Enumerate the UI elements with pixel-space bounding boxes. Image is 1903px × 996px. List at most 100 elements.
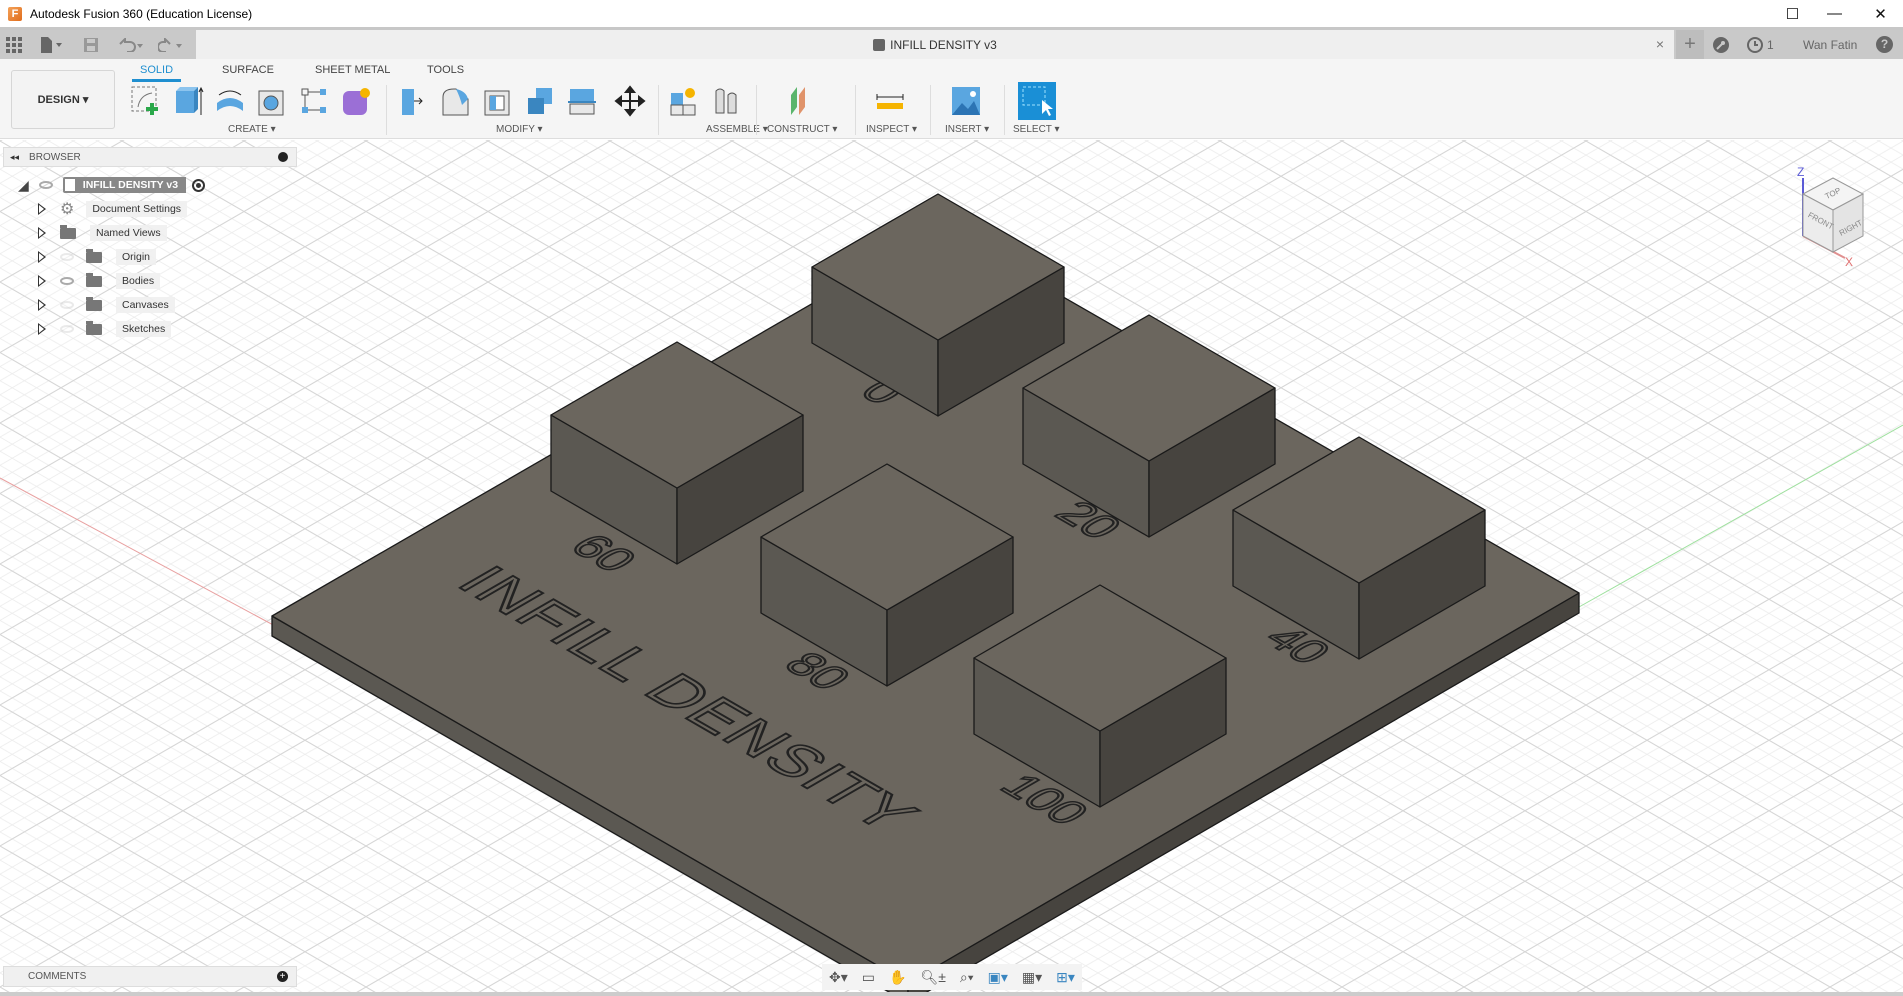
pan-icon[interactable]: ✋ bbox=[889, 969, 906, 986]
tab-tools[interactable]: TOOLS bbox=[427, 64, 464, 76]
insert-menu[interactable]: INSERT ▾ bbox=[945, 124, 989, 135]
3d-viewport[interactable]: INFILL DENSITY 0 20 40 60 80 100 Z X TOP FRONT… bbox=[0, 140, 1903, 996]
insert-image-icon[interactable] bbox=[950, 85, 982, 117]
user-account-menu[interactable]: Wan Fatin bbox=[1803, 30, 1857, 59]
visibility-off-icon[interactable] bbox=[60, 301, 74, 309]
tree-item-origin[interactable]: Origin bbox=[38, 247, 157, 267]
app-grid-button[interactable] bbox=[6, 30, 22, 59]
extensions-button[interactable] bbox=[1712, 30, 1730, 59]
look-at-icon[interactable]: ▭ bbox=[862, 969, 875, 986]
create-sketch-icon[interactable] bbox=[130, 85, 162, 117]
tree-item-label: Origin bbox=[116, 249, 157, 265]
joint-icon[interactable] bbox=[710, 85, 742, 117]
tree-item-sketches[interactable]: Sketches bbox=[38, 319, 172, 339]
zoom-icon[interactable]: 🔍︎± bbox=[920, 969, 945, 986]
folder-icon bbox=[86, 296, 102, 311]
folder-icon bbox=[86, 272, 102, 287]
visibility-eye-icon[interactable] bbox=[60, 277, 74, 285]
create-form-icon[interactable] bbox=[340, 85, 372, 117]
model-canvas[interactable]: INFILL DENSITY020406080100 bbox=[0, 140, 1903, 996]
tab-surface[interactable]: SURFACE bbox=[222, 64, 274, 76]
help-icon: ? bbox=[1876, 36, 1893, 53]
tree-item-document-settings[interactable]: ⚙ Document Settings bbox=[38, 199, 188, 219]
measure-icon[interactable] bbox=[874, 85, 906, 117]
folder-icon bbox=[86, 320, 102, 335]
inspect-menu[interactable]: INSPECT ▾ bbox=[866, 124, 917, 135]
revolve-icon[interactable] bbox=[214, 85, 246, 117]
status-strip bbox=[0, 992, 1903, 996]
tab-solid[interactable]: SOLID bbox=[132, 64, 182, 82]
job-status-button[interactable]: 1 bbox=[1746, 30, 1774, 59]
document-tab[interactable]: INFILL DENSITY v3 × bbox=[196, 30, 1674, 59]
browser-minimize-button[interactable] bbox=[278, 152, 288, 162]
new-tab-button[interactable]: + bbox=[1676, 30, 1704, 59]
tree-root-document[interactable]: ◢ INFILL DENSITY v3 bbox=[18, 175, 206, 195]
select-icon[interactable] bbox=[1018, 82, 1056, 120]
orbit-icon[interactable]: ✥▾ bbox=[829, 969, 848, 986]
collapse-browser-icon[interactable]: ◂◂ bbox=[10, 152, 19, 163]
viewports-icon[interactable]: ⊞▾ bbox=[1056, 969, 1075, 986]
tree-item-bodies[interactable]: Bodies bbox=[38, 271, 161, 291]
close-tab-button[interactable]: × bbox=[1656, 36, 1664, 52]
job-count: 1 bbox=[1767, 37, 1774, 52]
maximize-button[interactable]: ☐ bbox=[1770, 0, 1815, 27]
split-face-icon[interactable] bbox=[566, 85, 598, 117]
pattern-icon[interactable] bbox=[298, 85, 330, 117]
offset-plane-icon[interactable] bbox=[785, 85, 817, 117]
save-button[interactable] bbox=[84, 30, 98, 59]
grid-icon bbox=[6, 36, 22, 53]
browser-panel-header: ◂◂ BROWSER bbox=[3, 147, 297, 167]
minimize-button[interactable]: — bbox=[1812, 0, 1857, 27]
grid-settings-icon[interactable]: ▦▾ bbox=[1022, 969, 1042, 986]
activate-radio-icon[interactable] bbox=[192, 178, 206, 192]
collapse-triangle-icon[interactable]: ◢ bbox=[18, 177, 29, 194]
viewcube[interactable]: Z X TOP FRONT RIGHT bbox=[1785, 158, 1903, 268]
hole-icon[interactable] bbox=[256, 85, 288, 117]
press-pull-icon[interactable] bbox=[398, 85, 430, 117]
tree-item-canvases[interactable]: Canvases bbox=[38, 295, 175, 315]
create-menu[interactable]: CREATE ▾ bbox=[228, 124, 276, 135]
tree-item-label: Sketches bbox=[116, 321, 172, 337]
move-icon[interactable] bbox=[614, 85, 646, 117]
new-component-icon[interactable] bbox=[668, 85, 700, 117]
modify-menu[interactable]: MODIFY ▾ bbox=[496, 124, 543, 135]
select-menu[interactable]: SELECT ▾ bbox=[1013, 124, 1060, 135]
document-tab-bar: INFILL DENSITY v3 × + 1 Wan Fatin ? bbox=[0, 27, 1903, 59]
shell-icon[interactable] bbox=[482, 85, 514, 117]
close-window-button[interactable]: ✕ bbox=[1858, 0, 1903, 27]
expand-triangle-icon[interactable] bbox=[38, 251, 46, 263]
expand-triangle-icon[interactable] bbox=[38, 227, 46, 239]
assemble-menu[interactable]: ASSEMBLE ▾ bbox=[706, 124, 768, 135]
redo-icon bbox=[158, 37, 182, 52]
expand-triangle-icon[interactable] bbox=[38, 275, 46, 287]
construct-menu[interactable]: CONSTRUCT ▾ bbox=[767, 124, 837, 135]
tree-item-label: Document Settings bbox=[86, 201, 188, 217]
fillet-icon[interactable] bbox=[440, 85, 472, 117]
tree-item-named-views[interactable]: Named Views bbox=[38, 223, 167, 243]
tab-sheet-metal[interactable]: SHEET METAL bbox=[315, 64, 390, 76]
expand-triangle-icon[interactable] bbox=[38, 299, 46, 311]
extrude-icon[interactable] bbox=[172, 85, 204, 117]
combine-icon[interactable] bbox=[524, 85, 556, 117]
visibility-off-icon[interactable] bbox=[60, 325, 74, 333]
undo-icon bbox=[119, 37, 143, 52]
add-comment-button[interactable]: + bbox=[277, 971, 288, 982]
fit-icon[interactable]: ⌕▾ bbox=[960, 969, 974, 986]
display-settings-icon[interactable]: ▣▾ bbox=[988, 969, 1008, 986]
redo-button[interactable] bbox=[158, 30, 184, 59]
visibility-off-icon[interactable] bbox=[60, 253, 74, 261]
save-icon bbox=[84, 37, 98, 52]
browser-title: BROWSER bbox=[29, 151, 81, 163]
undo-button[interactable] bbox=[118, 30, 144, 59]
comments-panel: COMMENTS + bbox=[3, 966, 297, 987]
expand-triangle-icon[interactable] bbox=[38, 203, 46, 215]
expand-triangle-icon[interactable] bbox=[38, 323, 46, 335]
divider bbox=[1004, 85, 1005, 135]
x-axis-label: X bbox=[1845, 255, 1853, 268]
tree-item-label: Bodies bbox=[116, 273, 161, 289]
file-menu-button[interactable] bbox=[40, 30, 64, 59]
help-button[interactable]: ? bbox=[1876, 30, 1893, 59]
visibility-eye-icon[interactable] bbox=[38, 181, 53, 189]
clock-icon bbox=[1747, 36, 1763, 53]
workspace-switcher-button[interactable]: DESIGN ▾ bbox=[11, 70, 115, 129]
